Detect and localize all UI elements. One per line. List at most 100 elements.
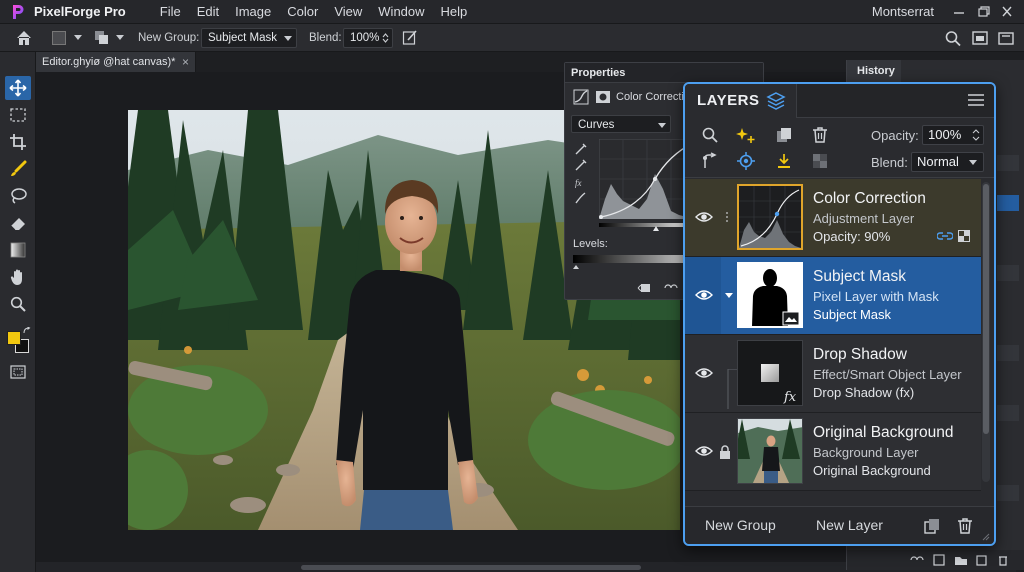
history-row[interactable] — [997, 485, 1019, 501]
blend-amount-field[interactable]: 100% — [343, 28, 393, 48]
scroll-thumb[interactable] — [983, 184, 989, 434]
layer-thumbnail-curves[interactable] — [737, 184, 803, 250]
mask-icon[interactable] — [595, 89, 611, 105]
history-row[interactable] — [997, 345, 1019, 361]
menu-edit[interactable]: Edit — [189, 0, 227, 24]
foreground-color-picker[interactable] — [52, 28, 84, 48]
curves-preset-select[interactable]: Curves — [571, 115, 671, 133]
history-footer-icons[interactable] — [909, 554, 1019, 566]
drag-handle-icon[interactable] — [725, 211, 729, 223]
filter-layers-button[interactable] — [699, 124, 721, 146]
eye-icon[interactable] — [695, 210, 713, 224]
layer-row-original-background[interactable]: Original Background Background Layer Ori… — [685, 413, 981, 491]
crop-tool[interactable] — [5, 130, 31, 154]
mask-indicator-icon[interactable] — [958, 230, 970, 242]
document-tab[interactable]: Editor.ghyiø @hat canvas)* × — [36, 52, 196, 72]
new-group-button[interactable]: New Group — [705, 517, 776, 533]
history-row[interactable] — [997, 155, 1019, 171]
sparkle-add-icon — [736, 128, 755, 143]
minimize-icon[interactable] — [950, 4, 968, 20]
layers-tab[interactable]: LAYERS — [685, 84, 797, 118]
clip-link-icon[interactable] — [937, 230, 953, 242]
layer-row-color-correction[interactable]: Color Correction Adjustment Layer Opacit… — [685, 179, 981, 257]
merge-down-button[interactable] — [773, 150, 795, 172]
edit-icon[interactable] — [402, 28, 418, 48]
curve-tool-icons[interactable]: fx — [573, 141, 589, 217]
levels-slider[interactable] — [573, 255, 693, 271]
svg-text:fx: fx — [575, 178, 582, 188]
layer-thumbnail-mask[interactable] — [737, 262, 803, 328]
workspace-font-name[interactable]: Montserrat — [872, 0, 934, 24]
menubar: PixelForge Pro File Edit Image Color Vie… — [0, 0, 1024, 24]
search-icon[interactable] — [944, 28, 962, 48]
marquee-tool[interactable] — [5, 103, 31, 127]
resize-grip-icon[interactable] — [982, 533, 990, 541]
zoom-icon — [10, 296, 26, 312]
chevron-down-icon[interactable] — [725, 293, 733, 299]
layers-scrollbar[interactable] — [982, 182, 990, 482]
hand-tool[interactable] — [5, 265, 31, 289]
quick-mask-tool[interactable] — [5, 360, 31, 384]
layers-footer: New Group New Layer — [685, 506, 994, 544]
lock-icon[interactable] — [719, 445, 731, 459]
layer-row-subject-mask[interactable]: Subject Mask Pixel Layer with Mask Subje… — [685, 257, 981, 335]
eye-icon[interactable] — [695, 288, 713, 302]
menu-file[interactable]: File — [152, 0, 189, 24]
layers-header-bar — [797, 84, 994, 118]
menu-view[interactable]: View — [326, 0, 370, 24]
trash-icon[interactable] — [957, 517, 973, 535]
layer-mask-button[interactable] — [809, 150, 831, 172]
opacity-field[interactable]: 100% — [922, 125, 984, 145]
hand-icon — [10, 269, 22, 285]
history-row[interactable] — [997, 265, 1019, 281]
color-swatches[interactable] — [5, 326, 31, 356]
close-tab-icon[interactable]: × — [182, 52, 189, 72]
move-tool[interactable] — [5, 76, 31, 100]
duplicate-layer-button[interactable] — [773, 124, 795, 146]
restore-icon[interactable] — [974, 4, 992, 20]
chevron-down-icon — [74, 35, 82, 40]
eraser-tool[interactable] — [5, 211, 31, 235]
workspace-icon[interactable] — [971, 28, 989, 48]
eye-icon[interactable] — [695, 444, 713, 458]
move-icon — [9, 79, 27, 97]
panel-menu-icon[interactable] — [968, 94, 984, 106]
shadow-square-icon: fx — [761, 364, 797, 405]
zoom-tool[interactable] — [5, 292, 31, 316]
foreground-color-swatch[interactable] — [7, 331, 21, 345]
menu-color[interactable]: Color — [279, 0, 326, 24]
share-icon[interactable] — [997, 28, 1015, 48]
add-adjustment-button[interactable] — [735, 124, 757, 146]
gradient-tool[interactable] — [5, 238, 31, 262]
blend-mode-value: Normal — [917, 154, 959, 169]
layer-row-drop-shadow[interactable]: fx Drop Shadow Effect/Smart Object Layer… — [685, 335, 981, 413]
curves-input-slider[interactable] — [599, 223, 695, 231]
curves-adjustment-icon[interactable] — [573, 89, 589, 105]
link-layers-button[interactable] — [699, 150, 721, 172]
scroll-thumb[interactable] — [301, 565, 641, 570]
new-group-select[interactable]: Subject Mask — [201, 28, 297, 48]
curves-graph[interactable] — [599, 139, 695, 219]
target-layer-button[interactable] — [735, 150, 757, 172]
copy-icon[interactable] — [923, 517, 941, 535]
history-row[interactable] — [997, 195, 1019, 211]
history-row[interactable] — [997, 405, 1019, 421]
delete-layer-button[interactable] — [809, 124, 831, 146]
close-window-icon[interactable] — [998, 4, 1016, 20]
menu-window[interactable]: Window — [370, 0, 432, 24]
blend-mode-select[interactable]: Normal — [911, 152, 984, 172]
home-icon[interactable] — [14, 28, 34, 48]
layer-style-picker[interactable] — [94, 28, 124, 48]
properties-footer-icons[interactable] — [637, 281, 681, 295]
history-tab[interactable]: History — [847, 60, 901, 82]
new-layer-button[interactable]: New Layer — [816, 517, 883, 533]
layer-thumbnail-shadow[interactable]: fx — [737, 340, 803, 406]
swap-colors-icon[interactable] — [23, 327, 31, 335]
spinner-icon — [382, 33, 389, 43]
lasso-tool[interactable] — [5, 184, 31, 208]
brush-tool[interactable] — [5, 157, 31, 181]
menu-help[interactable]: Help — [433, 0, 476, 24]
eye-icon[interactable] — [695, 366, 713, 380]
layer-thumbnail-photo[interactable] — [737, 418, 803, 484]
menu-image[interactable]: Image — [227, 0, 279, 24]
